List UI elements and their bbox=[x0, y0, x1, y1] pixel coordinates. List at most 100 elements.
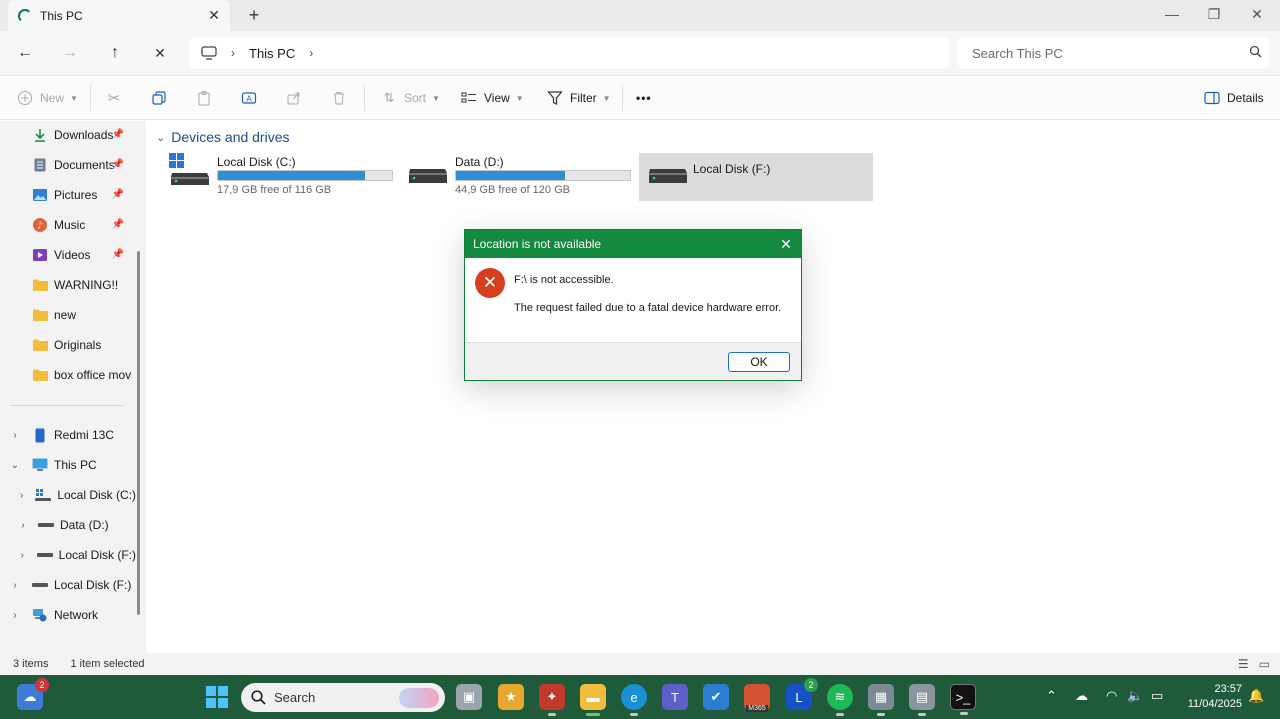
todo-icon[interactable]: ✔ bbox=[703, 684, 729, 710]
search-icon[interactable] bbox=[1240, 45, 1270, 61]
tab-this-pc[interactable]: This PC ✕ bbox=[8, 0, 230, 31]
notification-bell-icon[interactable]: 🔔 bbox=[1248, 688, 1264, 704]
ok-button[interactable]: OK bbox=[728, 352, 790, 372]
details-pane-button[interactable]: Details bbox=[1203, 87, 1264, 109]
teams-classic-icon[interactable]: L 2 bbox=[786, 678, 818, 710]
chevron-right-icon[interactable]: › bbox=[231, 46, 235, 60]
task-view-icon[interactable]: ▣ bbox=[456, 684, 482, 710]
sidebar-item-local-disk-f-root[interactable]: › Local Disk (F:) bbox=[8, 571, 136, 599]
drive-tile-d[interactable]: Data (D:) 44,9 GB free of 120 GB bbox=[399, 153, 633, 201]
delete-button[interactable] bbox=[330, 87, 348, 109]
forward-button[interactable]: → bbox=[57, 41, 83, 65]
share-button[interactable] bbox=[285, 87, 303, 109]
sidebar-item-downloads[interactable]: Downloads 📌 bbox=[32, 121, 136, 149]
start-button[interactable] bbox=[204, 684, 230, 710]
sidebar-item-this-pc[interactable]: ⌄ This PC bbox=[8, 451, 136, 479]
game-app-icon[interactable]: ★ bbox=[498, 684, 524, 710]
address-bar[interactable]: › This PC › bbox=[189, 38, 950, 68]
battery-icon[interactable]: ▭ bbox=[1151, 688, 1163, 704]
new-tab-button[interactable]: + bbox=[244, 5, 264, 25]
back-button[interactable]: ← bbox=[12, 41, 38, 65]
error-dialog: Location is not available ✕ ✕ F:\ is not… bbox=[464, 229, 802, 381]
restore-button[interactable]: ❐ bbox=[1202, 4, 1226, 24]
terminal-icon[interactable]: >_ bbox=[950, 684, 976, 715]
breadcrumb-this-pc[interactable]: This PC bbox=[249, 46, 295, 61]
music-icon: ♪ bbox=[32, 217, 48, 233]
paste-button[interactable] bbox=[195, 87, 213, 109]
system-clock[interactable]: 23:57 11/04/2025 bbox=[1188, 682, 1242, 712]
tiles-view-icon[interactable]: ▭ bbox=[1259, 657, 1270, 671]
sidebar-item-folder-originals[interactable]: Originals bbox=[32, 331, 136, 359]
file-explorer-icon[interactable]: ▬ bbox=[580, 684, 606, 716]
chevron-down-icon[interactable]: ⌄ bbox=[156, 131, 165, 144]
volume-icon[interactable]: 🔈 bbox=[1127, 688, 1143, 704]
chevron-right-icon[interactable]: › bbox=[16, 490, 27, 501]
details-view-icon[interactable]: ☰ bbox=[1238, 657, 1249, 671]
sidebar-item-videos[interactable]: Videos 📌 bbox=[32, 241, 136, 269]
chevron-right-icon[interactable]: › bbox=[8, 610, 22, 621]
installer-icon[interactable]: ▤ bbox=[909, 684, 935, 716]
copilot-icon[interactable]: ✦ bbox=[539, 684, 565, 716]
chevron-right-icon[interactable]: › bbox=[16, 520, 30, 531]
pin-icon[interactable]: 📌 bbox=[112, 159, 124, 170]
dialog-title: Location is not available bbox=[473, 237, 602, 251]
sidebar-item-folder-new[interactable]: new bbox=[32, 301, 136, 329]
dialog-close-icon[interactable]: ✕ bbox=[771, 236, 801, 253]
teams-icon[interactable]: T bbox=[662, 684, 688, 710]
copy-button[interactable] bbox=[150, 87, 168, 109]
sidebar-item-redmi[interactable]: › Redmi 13C bbox=[8, 421, 136, 449]
edge-icon[interactable]: e bbox=[621, 684, 647, 716]
close-window-button[interactable]: ✕ bbox=[1245, 4, 1269, 24]
folder-icon bbox=[32, 337, 48, 353]
search-input[interactable] bbox=[972, 45, 1240, 61]
sidebar-item-folder-warning[interactable]: WARNING!! bbox=[32, 271, 136, 299]
minimize-button[interactable]: — bbox=[1160, 4, 1184, 24]
stop-loading-button[interactable]: ✕ bbox=[147, 41, 173, 65]
pin-icon[interactable]: 📌 bbox=[112, 129, 124, 140]
spotify-icon[interactable]: ≋ bbox=[827, 684, 853, 716]
chevron-right-icon[interactable]: › bbox=[8, 580, 22, 591]
close-tab-icon[interactable]: ✕ bbox=[202, 7, 226, 24]
drive-tile-c[interactable]: Local Disk (C:) 17,9 GB free of 116 GB bbox=[161, 153, 395, 201]
tab-title: This PC bbox=[40, 8, 83, 23]
chevron-right-icon[interactable]: › bbox=[16, 550, 29, 561]
active-indicator bbox=[586, 713, 600, 716]
sidebar-item-local-disk-c[interactable]: › Local Disk (C:) bbox=[16, 481, 136, 509]
virtual-machine-icon[interactable]: ▦ bbox=[868, 684, 894, 716]
pin-icon[interactable]: 📌 bbox=[112, 219, 124, 230]
content-pane: ⌄ Devices and drives Local Disk (C:) 17,… bbox=[146, 121, 1280, 653]
more-options-button[interactable]: ••• bbox=[636, 87, 652, 109]
view-button[interactable]: View ▼ bbox=[460, 87, 524, 109]
m365-icon[interactable]: M365 bbox=[744, 684, 770, 712]
sidebar-item-network[interactable]: › Network bbox=[8, 601, 136, 629]
pin-icon[interactable]: 📌 bbox=[112, 189, 124, 200]
search-box[interactable] bbox=[958, 38, 1270, 68]
up-button[interactable]: ↑ bbox=[102, 41, 128, 65]
onedrive-icon[interactable]: ☁ bbox=[1075, 688, 1088, 704]
cut-button[interactable]: ✂ bbox=[105, 87, 123, 109]
rename-button[interactable]: A bbox=[240, 87, 258, 109]
pin-icon[interactable]: 📌 bbox=[112, 249, 124, 260]
filter-button[interactable]: Filter ▼ bbox=[546, 87, 611, 109]
sidebar-scrollbar[interactable] bbox=[137, 251, 140, 615]
sidebar-item-music[interactable]: ♪ Music 📌 bbox=[32, 211, 136, 239]
widgets-icon[interactable]: ☁ 2 bbox=[17, 678, 49, 710]
taskbar-search[interactable]: Search bbox=[241, 683, 445, 712]
chevron-down-icon[interactable]: ⌄ bbox=[8, 460, 22, 471]
wifi-icon[interactable]: ◠ bbox=[1106, 688, 1117, 704]
chevron-right-icon[interactable]: › bbox=[8, 430, 22, 441]
sidebar-item-data-d[interactable]: › Data (D:) bbox=[16, 511, 136, 539]
sort-button[interactable]: ⇅ Sort ▼ bbox=[380, 87, 440, 109]
sidebar-item-folder-box-office[interactable]: box office movie bbox=[32, 361, 132, 389]
sidebar-item-documents[interactable]: Documents 📌 bbox=[32, 151, 136, 179]
drive-tile-f[interactable]: Local Disk (F:) bbox=[639, 153, 873, 201]
running-indicator bbox=[918, 713, 926, 716]
chevron-right-icon[interactable]: › bbox=[309, 46, 313, 60]
new-button[interactable]: New ▼ bbox=[16, 87, 78, 109]
sidebar-item-label: Videos bbox=[54, 248, 91, 262]
chevron-up-icon[interactable]: ⌃ bbox=[1046, 688, 1057, 704]
sidebar-item-local-disk-f[interactable]: › Local Disk (F:) bbox=[16, 541, 136, 569]
sidebar-item-pictures[interactable]: Pictures 📌 bbox=[32, 181, 136, 209]
devices-and-drives-header[interactable]: ⌄ Devices and drives bbox=[156, 129, 290, 145]
sidebar-item-label: Originals bbox=[54, 338, 102, 352]
